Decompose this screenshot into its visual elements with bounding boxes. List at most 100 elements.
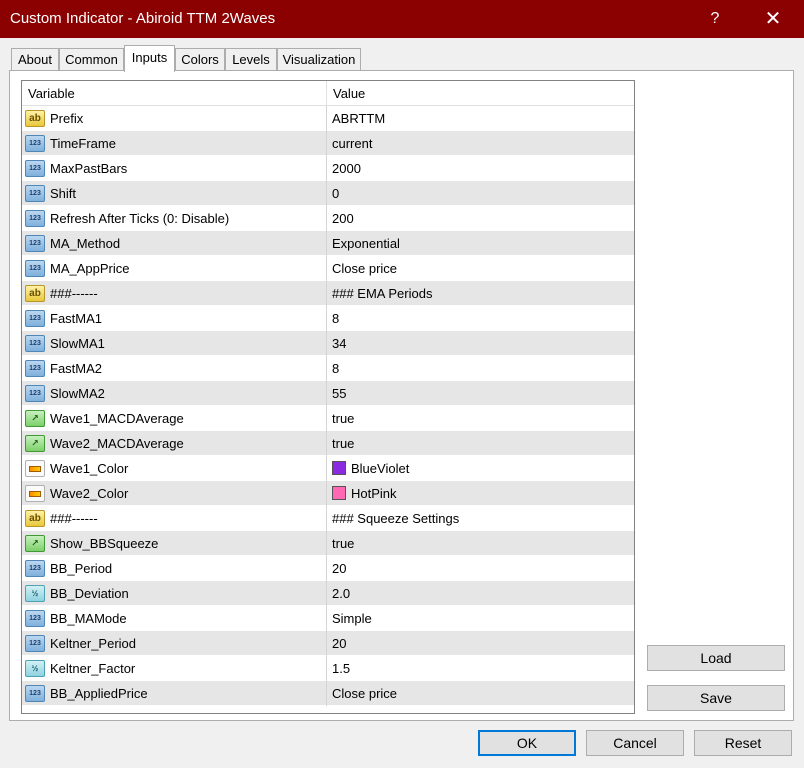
variable-cell[interactable]: ½ BB_Deviation [22, 581, 327, 606]
grid-row[interactable]: 123 MA_Method Exponential [22, 231, 634, 256]
value-cell[interactable]: ### Squeeze Settings [327, 506, 634, 531]
grid-row[interactable]: 123 Shift 0 [22, 181, 634, 206]
value-cell[interactable]: true [327, 531, 634, 556]
value-cell[interactable]: 8 [327, 356, 634, 381]
integer-type-icon: 123 [25, 385, 45, 402]
value-cell[interactable]: ABRTTM [327, 106, 634, 131]
variable-cell[interactable]: 123 FastMA1 [22, 306, 327, 331]
variable-cell[interactable]: Wave2_Color [22, 481, 327, 506]
value-text: 55 [332, 386, 347, 401]
value-cell[interactable]: Simple [327, 606, 634, 631]
variable-cell[interactable]: 123 Shift [22, 181, 327, 206]
value-cell[interactable]: 0 [327, 181, 634, 206]
value-cell[interactable]: ### EMA Periods [327, 281, 634, 306]
grid-row[interactable]: 123 BB_AppliedPrice Close price [22, 681, 634, 706]
value-cell[interactable]: BlueViolet [327, 456, 634, 481]
variable-cell[interactable]: ↗ Wave2_MACDAverage [22, 431, 327, 456]
variable-cell[interactable]: 123 MaxPastBars [22, 156, 327, 181]
value-cell[interactable]: Close price [327, 681, 634, 706]
variable-cell[interactable]: 123 TimeFrame [22, 131, 327, 156]
variable-cell[interactable]: ab Prefix [22, 106, 327, 131]
variable-name: Refresh After Ticks (0: Disable) [50, 211, 230, 226]
grid-row[interactable]: Wave2_Color HotPink [22, 481, 634, 506]
grid-row[interactable]: 123 Refresh After Ticks (0: Disable) 200 [22, 206, 634, 231]
integer-type-icon: 123 [25, 635, 45, 652]
grid-row[interactable]: ab Prefix ABRTTM [22, 106, 634, 131]
value-cell[interactable]: true [327, 431, 634, 456]
variable-cell[interactable]: 123 MA_Method [22, 231, 327, 256]
value-cell[interactable]: 20 [327, 556, 634, 581]
integer-type-icon: 123 [25, 185, 45, 202]
tab-colors[interactable]: Colors [175, 48, 225, 71]
grid-row[interactable]: 123 TimeFrame current [22, 131, 634, 156]
save-button[interactable]: Save [647, 685, 785, 711]
boolean-type-icon: ↗ [25, 435, 45, 452]
value-cell[interactable]: 1.5 [327, 656, 634, 681]
variable-cell[interactable]: 123 Refresh After Ticks (0: Disable) [22, 206, 327, 231]
grid-row[interactable]: ↗ Show_BBSqueeze true [22, 531, 634, 556]
value-cell[interactable]: Exponential [327, 231, 634, 256]
variable-cell[interactable]: ½ Keltner_Factor [22, 656, 327, 681]
grid-row[interactable]: ↗ Wave2_MACDAverage true [22, 431, 634, 456]
ok-button[interactable]: OK [478, 730, 576, 756]
cancel-button[interactable]: Cancel [586, 730, 684, 756]
grid-row[interactable]: 123 MA_AppPrice Close price [22, 256, 634, 281]
variable-cell[interactable]: 123 Keltner_Period [22, 631, 327, 656]
value-cell[interactable]: Close price [327, 256, 634, 281]
tab-levels[interactable]: Levels [225, 48, 277, 71]
column-header-variable[interactable]: Variable [22, 81, 327, 106]
grid-row[interactable]: 123 FastMA1 8 [22, 306, 634, 331]
tab-inputs[interactable]: Inputs [124, 45, 175, 72]
integer-type-icon: 123 [25, 610, 45, 627]
grid-row[interactable]: 123 Keltner_Period 20 [22, 631, 634, 656]
tab-common[interactable]: Common [59, 48, 124, 71]
value-text: Simple [332, 611, 372, 626]
grid-row[interactable]: ½ BB_Deviation 2.0 [22, 581, 634, 606]
value-cell[interactable]: 2.0 [327, 581, 634, 606]
grid-row[interactable]: Wave1_Color BlueViolet [22, 456, 634, 481]
reset-button[interactable]: Reset [694, 730, 792, 756]
variable-cell[interactable]: 123 BB_AppliedPrice [22, 681, 327, 706]
integer-type-icon: 123 [25, 685, 45, 702]
value-cell[interactable]: current [327, 131, 634, 156]
value-cell[interactable]: 20 [327, 631, 634, 656]
grid-row[interactable]: ↗ Wave1_MACDAverage true [22, 406, 634, 431]
variable-cell[interactable]: Wave1_Color [22, 456, 327, 481]
grid-row[interactable]: ab ###------ ### Squeeze Settings [22, 506, 634, 531]
integer-type-icon: 123 [25, 335, 45, 352]
variable-cell[interactable]: 123 FastMA2 [22, 356, 327, 381]
variable-cell[interactable]: ↗ Show_BBSqueeze [22, 531, 327, 556]
value-cell[interactable]: 34 [327, 331, 634, 356]
value-text: 1.5 [332, 661, 351, 676]
value-cell[interactable]: 200 [327, 206, 634, 231]
variable-cell[interactable]: ab ###------ [22, 506, 327, 531]
variable-cell[interactable]: 123 BB_MAMode [22, 606, 327, 631]
grid-row[interactable]: 123 FastMA2 8 [22, 356, 634, 381]
variable-cell[interactable]: 123 SlowMA1 [22, 331, 327, 356]
value-cell[interactable]: 55 [327, 381, 634, 406]
value-cell[interactable]: 8 [327, 306, 634, 331]
value-text: BlueViolet [351, 461, 410, 476]
grid-row[interactable]: 123 SlowMA1 34 [22, 331, 634, 356]
grid-row[interactable]: ab ###------ ### EMA Periods [22, 281, 634, 306]
column-header-value[interactable]: Value [327, 81, 634, 106]
value-cell[interactable]: HotPink [327, 481, 634, 506]
variable-name: SlowMA1 [50, 336, 105, 351]
variable-cell[interactable]: 123 MA_AppPrice [22, 256, 327, 281]
load-button[interactable]: Load [647, 645, 785, 671]
grid-row[interactable]: 123 BB_MAMode Simple [22, 606, 634, 631]
variable-cell[interactable]: 123 SlowMA2 [22, 381, 327, 406]
grid-row[interactable]: 123 BB_Period 20 [22, 556, 634, 581]
value-cell[interactable]: true [327, 406, 634, 431]
variable-cell[interactable]: ab ###------ [22, 281, 327, 306]
close-button[interactable]: ✕ [750, 0, 796, 38]
variable-cell[interactable]: 123 BB_Period [22, 556, 327, 581]
grid-row[interactable]: 123 MaxPastBars 2000 [22, 156, 634, 181]
help-button[interactable]: ? [692, 0, 738, 38]
tab-about[interactable]: About [11, 48, 59, 71]
grid-row[interactable]: ½ Keltner_Factor 1.5 [22, 656, 634, 681]
variable-cell[interactable]: ↗ Wave1_MACDAverage [22, 406, 327, 431]
grid-row[interactable]: 123 SlowMA2 55 [22, 381, 634, 406]
tab-visualization[interactable]: Visualization [277, 48, 361, 71]
value-cell[interactable]: 2000 [327, 156, 634, 181]
